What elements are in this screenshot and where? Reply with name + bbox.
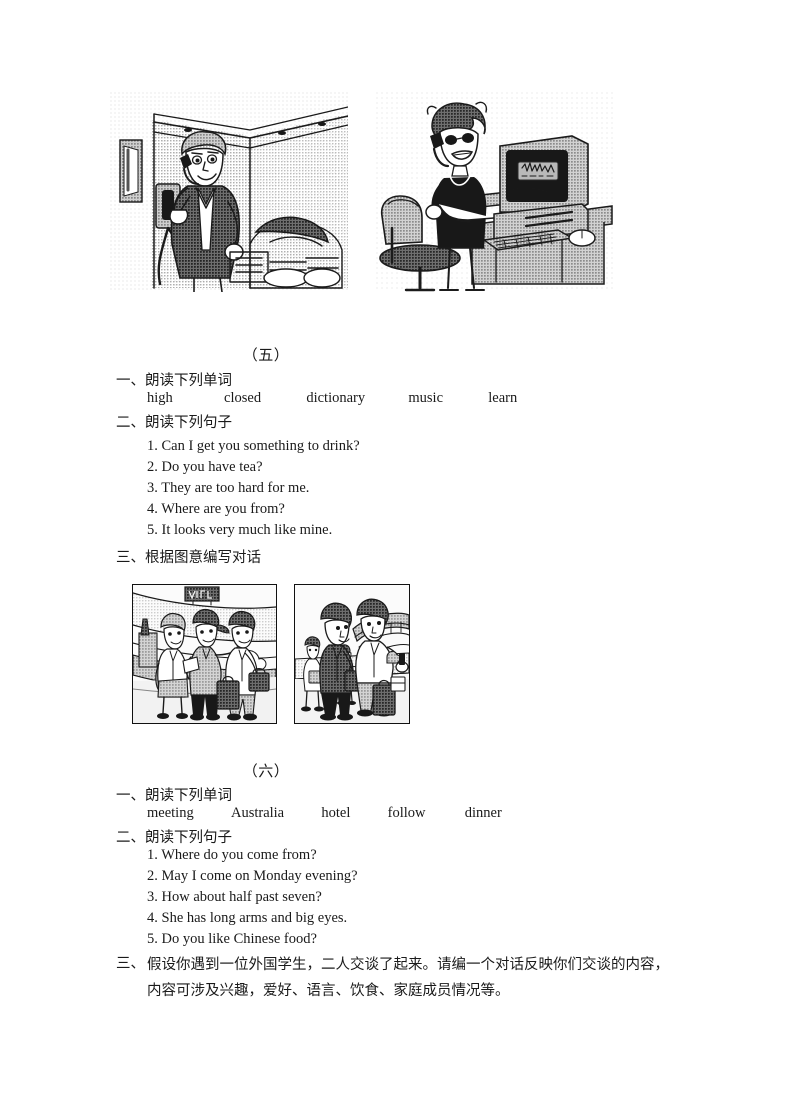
word: closed: [224, 390, 262, 406]
section-six-word-list: meeting Australia hotel follow dinner: [147, 805, 502, 822]
section-title-five: （五）: [242, 346, 290, 364]
section-six-sentence-3: 3. How about half past seven?: [147, 889, 322, 905]
picture-frame-airport-two-people: [294, 584, 410, 724]
section-five-item-2-label: 二、朗读下列句子: [116, 415, 232, 431]
section-six-item-2-label: 二、朗读下列句子: [116, 830, 232, 846]
top-illustration-band: [110, 92, 670, 310]
picture-frame-airport-three-people: [132, 584, 277, 724]
word: Australia: [230, 805, 285, 821]
section-five-sentence-3: 3. They are too hard for me.: [147, 480, 310, 496]
section-six-sentence-4: 4. She has long arms and big eyes.: [147, 910, 348, 926]
airport-picture-band: [132, 584, 428, 724]
word: hotel: [321, 805, 351, 821]
illustration-woman-on-phone-at-computer: [376, 92, 616, 292]
section-five-item-3-label: 三、根据图意编写对话: [116, 550, 261, 566]
section-six-item-3-label: 三、: [116, 956, 145, 972]
section-six-sentence-5: 5. Do you like Chinese food?: [147, 931, 317, 947]
document-page: （五） 一、朗读下列单词 high closed dictionary musi…: [0, 0, 792, 1120]
word: dinner: [464, 805, 502, 821]
section-title-six: （六）: [242, 762, 290, 780]
section-five-sentence-5: 5. It looks very much like mine.: [147, 522, 333, 538]
section-six-sentence-2: 2. May I come on Monday evening?: [147, 868, 358, 884]
section-five-item-1-label: 一、朗读下列单词: [116, 373, 232, 389]
word: follow: [387, 805, 426, 821]
section-five-word-list: high closed dictionary music learn: [147, 390, 517, 407]
word: high: [147, 390, 173, 406]
section-six-writing-task: 假设你遇到一位外国学生，二人交谈了起来。请编一个对话反映你们交谈的内容，内容可涉…: [147, 957, 669, 999]
word: meeting: [147, 805, 194, 821]
word: dictionary: [306, 390, 366, 406]
word: music: [408, 390, 444, 406]
section-five-sentence-4: 4. Where are you from?: [147, 501, 285, 517]
word: learn: [488, 390, 518, 406]
section-six-item-1-label: 一、朗读下列单词: [116, 788, 232, 804]
section-five-sentence-1: 1. Can I get you something to drink?: [147, 438, 360, 454]
illustration-man-on-wall-phone: [110, 92, 348, 292]
section-six-sentence-1: 1. Where do you come from?: [147, 847, 317, 863]
section-five-sentence-2: 2. Do you have tea?: [147, 459, 263, 475]
